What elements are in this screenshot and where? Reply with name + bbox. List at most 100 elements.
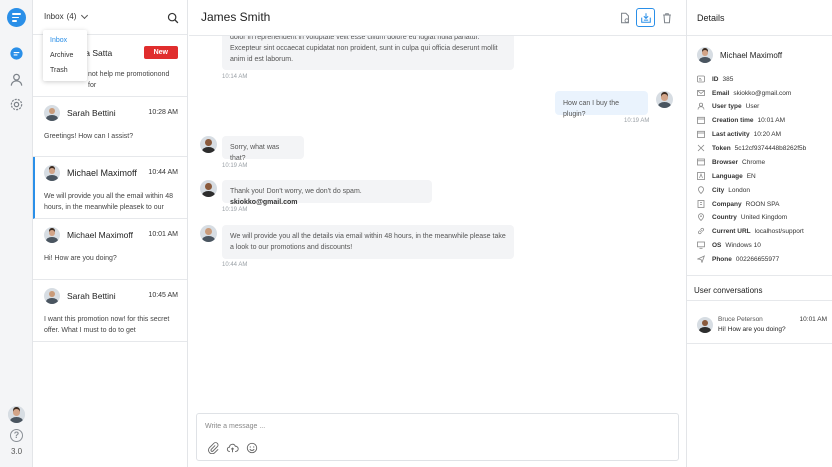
detail-company: Company ROON SPA	[697, 200, 779, 208]
search-icon[interactable]	[167, 11, 179, 24]
url-icon	[697, 227, 705, 235]
archive-icon[interactable]	[636, 8, 655, 27]
calendar-icon	[697, 116, 705, 124]
user-conversation-preview: Hi! How are you doing?	[718, 326, 786, 333]
country-icon	[698, 213, 704, 221]
browser-icon	[697, 158, 705, 166]
detail-os: OS Windows 10	[697, 241, 761, 249]
message-email: skiokko@gmail.com	[230, 199, 298, 206]
conversation-preview: I want this promotion now! for this secr…	[44, 316, 170, 334]
message-composer[interactable]: Write a message ...	[196, 413, 679, 461]
avatar	[44, 165, 60, 181]
details-user-name: Michael Maximoff	[720, 50, 783, 60]
detail-token: Token 5c12cf9374448b8262f5b	[697, 144, 806, 152]
user-conversations-title: User conversations	[694, 286, 763, 295]
conversation-preview: We will provide you all the email within…	[44, 193, 174, 211]
inbox-label: Inbox	[44, 12, 64, 21]
conversation-preview: Hi! How are you doing?	[44, 255, 117, 262]
chat-header: James Smith	[189, 0, 686, 36]
conversations-nav-icon[interactable]	[9, 46, 24, 61]
detail-phone: Phone 002266655977	[697, 255, 779, 263]
conversation-item[interactable]: Sarah Bettini 10:45 AM I want this promo…	[33, 280, 187, 342]
settings-nav-icon[interactable]	[9, 97, 24, 112]
conversation-item-active[interactable]: Michael Maximoff 10:44 AM We will provid…	[33, 157, 187, 219]
details-title: Details	[697, 13, 725, 23]
user-conversation-name: Bruce Peterson	[718, 316, 763, 323]
conversation-item[interactable]: Michael Maximoff 10:01 AM Hi! How are yo…	[33, 219, 187, 280]
detail-user-type: User type User	[697, 102, 759, 110]
avatar	[44, 288, 60, 304]
message-list: dolor in reprehenderit in voluptate veli…	[189, 36, 686, 406]
emoji-icon[interactable]	[246, 441, 258, 454]
transcript-icon[interactable]	[615, 8, 634, 27]
id-icon	[697, 75, 705, 83]
detail-last-activity: Last activity 10:20 AM	[697, 130, 781, 138]
calendar-icon	[697, 130, 705, 138]
delete-icon[interactable]	[657, 8, 676, 27]
conversation-preview: not help me promotionond for	[88, 71, 170, 89]
user-conversation-item[interactable]: Bruce Peterson Hi! How are you doing? 10…	[687, 309, 832, 343]
avatar	[656, 91, 673, 108]
detail-browser: Browser Chrome	[697, 158, 765, 166]
message-time: 10:19 AM	[222, 207, 248, 213]
message-time: 10:19 AM	[222, 163, 248, 169]
avatar	[200, 136, 217, 153]
avatar	[697, 47, 713, 63]
company-icon	[697, 200, 705, 208]
details-panel: Details Michael Maximoff ID 385 Email skio…	[686, 0, 832, 467]
message-bubble: dolor in reprehenderit in voluptate veli…	[222, 36, 514, 70]
nav-rail: ? 3.0	[0, 0, 33, 467]
avatar	[44, 227, 60, 243]
conversation-name: Sarah Bettini	[67, 291, 116, 301]
email-icon	[697, 90, 705, 96]
detail-city: City London	[697, 186, 750, 194]
conversation-preview: Greetings! How can I assist?	[44, 133, 134, 140]
os-icon	[697, 241, 705, 249]
chat-panel: James Smith dolor in reprehenderit in vo…	[189, 0, 686, 467]
detail-id: ID 385	[697, 75, 733, 83]
message-bubble: Thank you! Don't worry, we don't do spam…	[222, 180, 432, 206]
message-bubble-outgoing: How can I buy the plugin?	[555, 91, 648, 118]
divider	[687, 300, 832, 301]
message-text: Thank you! Don't worry, we don't do spam…	[230, 188, 362, 195]
conversation-name: Michael Maximoff	[67, 230, 133, 240]
app-version: 3.0	[10, 447, 23, 456]
attachment-icon[interactable]	[207, 441, 219, 455]
conversation-time: 10:01 AM	[148, 231, 178, 238]
message-input[interactable]: Write a message ...	[205, 423, 265, 430]
detail-language: Language EN	[697, 172, 756, 180]
inbox-filter-button[interactable]: Inbox (4)	[44, 11, 89, 21]
dropdown-item-trash[interactable]: Trash	[43, 63, 87, 78]
detail-email: Email skiokko@gmail.com	[697, 89, 791, 97]
detail-country: Country United Kingdom	[697, 213, 787, 221]
message-time: 10:44 AM	[222, 262, 248, 268]
user-icon	[697, 102, 705, 110]
divider	[687, 343, 832, 344]
user-conversation-time: 10:01 AM	[799, 316, 827, 323]
details-header: Details	[687, 0, 832, 36]
help-icon[interactable]: ?	[10, 429, 23, 442]
avatar	[200, 180, 217, 197]
app-logo-icon[interactable]	[7, 8, 26, 27]
details-user: Michael Maximoff	[697, 47, 782, 63]
dropdown-item-inbox[interactable]: Inbox	[43, 33, 87, 48]
conversation-name: Michael Maximoff	[67, 168, 137, 178]
users-nav-icon[interactable]	[9, 72, 24, 87]
cloud-upload-icon[interactable]	[226, 441, 239, 453]
conversation-name: Sarah Bettini	[67, 108, 116, 118]
agent-avatar[interactable]	[8, 406, 25, 423]
chat-title: James Smith	[201, 10, 271, 24]
detail-current-url: Current URL localhost/support	[697, 227, 804, 235]
detail-creation-time: Creation time 10:01 AM	[697, 116, 785, 124]
token-icon	[697, 144, 705, 152]
conversation-time: 10:28 AM	[148, 109, 178, 116]
avatar	[44, 105, 60, 121]
conversation-item[interactable]: Sarah Bettini 10:28 AM Greetings! How ca…	[33, 97, 187, 157]
divider	[687, 275, 832, 276]
message-time: 10:14 AM	[222, 74, 248, 80]
dropdown-item-archive[interactable]: Archive	[43, 48, 87, 63]
message-time: 10:19 AM	[624, 118, 650, 124]
message-bubble: We will provide you all the details via …	[222, 225, 514, 259]
avatar	[200, 225, 217, 242]
phone-icon	[697, 255, 705, 263]
